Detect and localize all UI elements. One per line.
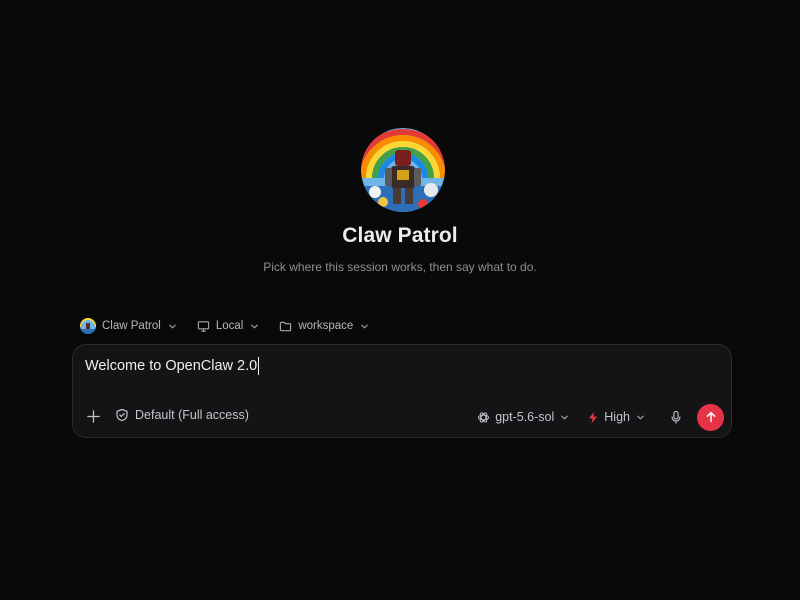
chevron-down-icon — [360, 322, 369, 331]
environment-selector[interactable]: Local — [197, 320, 260, 333]
monitor-icon — [197, 320, 210, 333]
folder-icon — [279, 320, 292, 333]
text-caret — [258, 357, 260, 375]
prompt-input[interactable]: Welcome to OpenClaw 2.0 — [85, 357, 260, 375]
add-attachment-button[interactable] — [84, 407, 102, 425]
session-hint-text: Pick where this session works, then say … — [263, 260, 537, 274]
model-selector-label: gpt-5.6-sol — [495, 410, 555, 424]
send-button[interactable] — [697, 403, 724, 431]
composer-controls: gpt-5.6-sol High — [477, 403, 724, 431]
new-session-screen: Claw Patrol Pick where this session work… — [0, 0, 800, 600]
agent-selector[interactable]: Claw Patrol — [80, 318, 177, 334]
folder-selector-label: workspace — [298, 320, 354, 332]
arrow-up-icon — [706, 411, 715, 423]
prompt-composer[interactable]: Welcome to OpenClaw 2.0 Default (Full ac… — [72, 344, 732, 438]
agent-name-heading: Claw Patrol — [342, 224, 458, 247]
permission-mode-button[interactable]: Default (Full access) — [115, 408, 249, 422]
agent-selector-label: Claw Patrol — [102, 320, 161, 332]
plus-icon — [86, 409, 100, 423]
chevron-down-icon — [636, 413, 645, 422]
chevron-down-icon — [250, 322, 259, 331]
bolt-icon — [587, 411, 599, 424]
reasoning-effort-label: High — [604, 410, 630, 424]
shield-icon — [115, 408, 129, 422]
openai-icon — [477, 411, 490, 424]
environment-selector-label: Local — [215, 320, 244, 332]
reasoning-effort-selector[interactable]: High — [587, 410, 645, 424]
voice-input-button[interactable] — [667, 408, 685, 426]
agent-avatar — [361, 128, 445, 212]
chevron-down-icon — [560, 413, 569, 422]
permission-mode-label: Default (Full access) — [135, 408, 249, 422]
prompt-input-value: Welcome to OpenClaw 2.0 — [85, 358, 258, 374]
microphone-icon — [671, 410, 681, 424]
folder-selector[interactable]: workspace — [279, 320, 369, 333]
composer-toolbar: Default (Full access) gpt-5.6-sol High — [73, 403, 731, 431]
session-selectors: Claw Patrol Local workspace — [80, 316, 389, 336]
agent-avatar-small — [80, 318, 96, 334]
chevron-down-icon — [168, 322, 177, 331]
model-selector[interactable]: gpt-5.6-sol — [477, 410, 569, 424]
